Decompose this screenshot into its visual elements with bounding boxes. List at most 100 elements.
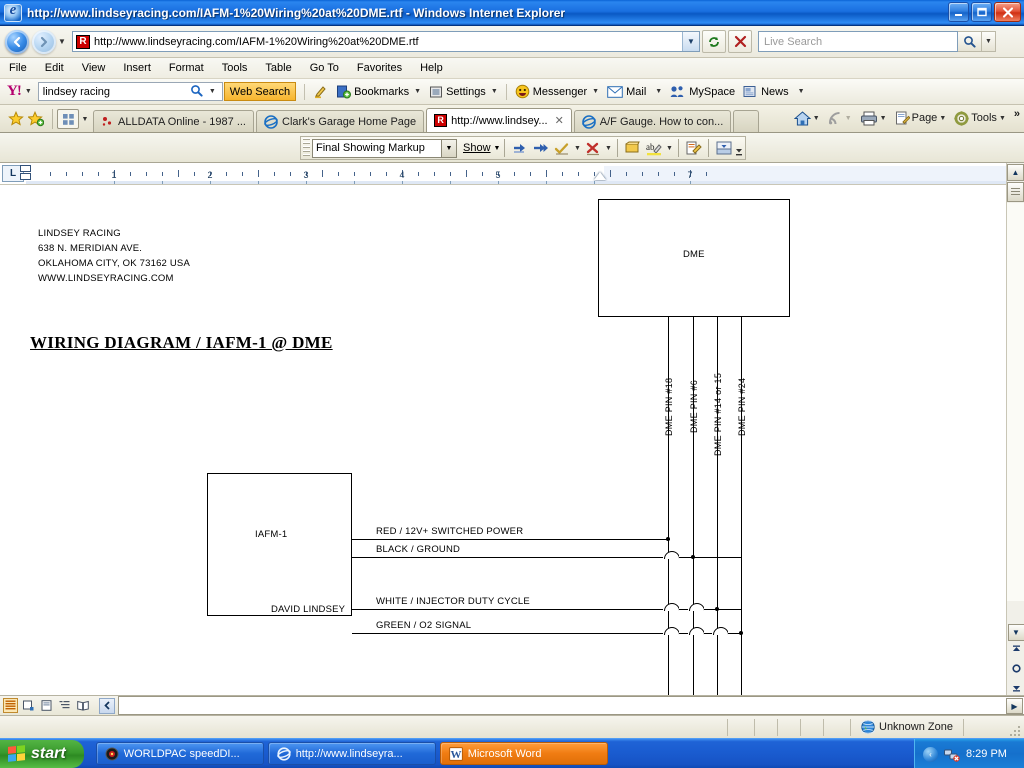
myspace-button[interactable]: MySpace xyxy=(670,85,735,98)
print-caret-icon[interactable]: ▼ xyxy=(880,115,887,122)
search-go-button[interactable] xyxy=(958,31,982,52)
taskbar-item-lindseyracing[interactable]: http://www.lindseyra... xyxy=(267,742,436,765)
scroll-thumb[interactable] xyxy=(1007,182,1024,202)
quick-tabs-button[interactable] xyxy=(57,109,79,129)
clock[interactable]: 8:29 PM xyxy=(966,748,1007,760)
messenger-caret-icon[interactable]: ▼ xyxy=(592,88,599,95)
hscroll-right-button[interactable]: ▶ xyxy=(1006,698,1023,714)
menu-item-insert[interactable]: Insert xyxy=(114,60,160,76)
stop-button[interactable] xyxy=(728,30,752,53)
accept-change-caret-icon[interactable]: ▼ xyxy=(572,138,582,159)
feeds-button[interactable]: ▼ xyxy=(824,107,856,129)
menu-item-format[interactable]: Format xyxy=(160,60,213,76)
scroll-track[interactable] xyxy=(1007,203,1024,601)
tab-close-icon[interactable]: ✕ xyxy=(555,114,564,127)
search-input[interactable]: Live Search xyxy=(758,31,958,52)
news-button[interactable]: News ▼ xyxy=(743,85,805,98)
settings-caret-icon[interactable]: ▼ xyxy=(491,88,498,95)
track-changes-icon[interactable] xyxy=(683,138,704,159)
yahoo-search-input[interactable]: lindsey racing ▼ xyxy=(37,82,223,101)
toolbar-grip-handle[interactable] xyxy=(303,138,310,158)
start-button[interactable]: start xyxy=(0,739,84,768)
previous-page-button[interactable] xyxy=(1008,642,1024,659)
web-search-button[interactable]: Web Search xyxy=(223,82,297,101)
horizontal-scrollbar[interactable]: ▶ xyxy=(118,696,1024,715)
yahoo-logo-icon[interactable]: Y! xyxy=(7,83,22,100)
network-status-icon[interactable] xyxy=(944,747,960,762)
close-button[interactable] xyxy=(994,2,1021,22)
show-menu-button[interactable]: Show ▼ xyxy=(463,142,500,154)
taskbar-item-worldpac[interactable]: WORLDPAC speedDI... xyxy=(95,742,264,765)
reject-change-icon[interactable] xyxy=(582,138,603,159)
favorites-center-icon[interactable] xyxy=(6,109,26,129)
toolbar-options-button[interactable] xyxy=(734,136,743,160)
new-comment-icon[interactable] xyxy=(622,138,643,159)
normal-view-button[interactable] xyxy=(3,698,18,713)
print-layout-view-button[interactable] xyxy=(39,698,54,713)
taskbar-item-word[interactable]: W Microsoft Word xyxy=(439,742,608,765)
hanging-indent-marker[interactable] xyxy=(20,173,31,180)
recent-pages-dropdown[interactable]: ▼ xyxy=(56,31,68,53)
address-input[interactable]: http://www.lindseyracing.com/IAFM-1%20Wi… xyxy=(72,31,700,52)
previous-change-icon[interactable] xyxy=(509,138,530,159)
tab-lindseyracing[interactable]: R http://www.lindsey... ✕ xyxy=(426,108,572,132)
mail-caret-icon[interactable]: ▼ xyxy=(655,88,662,95)
page-button[interactable]: Page ▼ xyxy=(891,107,951,129)
hscroll-left-button[interactable] xyxy=(99,697,115,714)
reject-change-caret-icon[interactable]: ▼ xyxy=(603,138,613,159)
refresh-button[interactable] xyxy=(702,30,726,53)
display-for-review-select[interactable]: Final Showing Markup ▼ xyxy=(312,138,457,158)
chevron-down-icon[interactable]: ▼ xyxy=(441,139,456,157)
page-caret-icon[interactable]: ▼ xyxy=(939,115,946,122)
yahoo-search-dropdown-icon[interactable]: ▼ xyxy=(209,88,216,95)
messenger-button[interactable]: Messenger ▼ xyxy=(515,84,599,99)
home-button[interactable]: ▼ xyxy=(790,107,824,129)
tab-alldata[interactable]: ALLDATA Online - 1987 ... xyxy=(93,110,254,132)
add-to-favorites-icon[interactable] xyxy=(26,109,46,129)
search-provider-dropdown[interactable]: ▼ xyxy=(982,31,996,52)
right-indent-marker[interactable] xyxy=(594,172,606,180)
address-dropdown-icon[interactable]: ▼ xyxy=(682,32,699,51)
select-browse-object-button[interactable] xyxy=(1008,660,1024,677)
mail-button[interactable]: Mail ▼ xyxy=(607,86,662,98)
document-canvas[interactable]: LINDSEY RACING 638 N. MERIDIAN AVE. OKLA… xyxy=(0,185,1006,695)
settings-button[interactable]: Settings ▼ xyxy=(429,85,498,99)
home-caret-icon[interactable]: ▼ xyxy=(813,115,820,122)
menu-item-edit[interactable]: Edit xyxy=(36,60,73,76)
first-line-indent-marker[interactable] xyxy=(20,165,31,172)
reading-layout-view-button[interactable] xyxy=(75,698,90,713)
highlight-icon[interactable]: ab xyxy=(643,138,664,159)
maximize-button[interactable] xyxy=(971,2,992,22)
show-hidden-icons-button[interactable]: ‹ xyxy=(923,746,938,762)
magnifier-icon[interactable] xyxy=(190,84,203,100)
new-tab-button[interactable] xyxy=(733,110,760,132)
print-button[interactable]: ▼ xyxy=(856,107,891,129)
security-zone-indicator[interactable]: Unknown Zone xyxy=(851,720,963,734)
forward-button[interactable] xyxy=(32,29,56,54)
reviewing-pane-icon[interactable] xyxy=(713,138,734,159)
bookmarks-button[interactable]: Bookmarks ▼ xyxy=(336,84,421,99)
menu-item-goto[interactable]: Go To xyxy=(301,60,348,76)
highlight-caret-icon[interactable]: ▼ xyxy=(664,138,674,159)
minimize-button[interactable] xyxy=(948,2,969,22)
outline-view-button[interactable] xyxy=(57,698,72,713)
tab-clarks-garage[interactable]: Clark's Garage Home Page xyxy=(256,110,425,132)
menu-item-file[interactable]: File xyxy=(0,60,36,76)
next-page-button[interactable] xyxy=(1008,678,1024,695)
accept-change-icon[interactable] xyxy=(551,138,572,159)
scroll-up-button[interactable]: ▲ xyxy=(1007,164,1024,181)
toolbar-overflow-button[interactable]: » xyxy=(1010,107,1024,129)
menu-item-view[interactable]: View xyxy=(73,60,115,76)
menu-item-favorites[interactable]: Favorites xyxy=(348,60,411,76)
highlighter-button[interactable] xyxy=(313,84,328,99)
tools-button[interactable]: Tools ▼ xyxy=(950,107,1010,129)
news-caret-icon[interactable]: ▼ xyxy=(798,88,805,95)
resize-grip[interactable] xyxy=(1010,724,1022,736)
menu-item-table[interactable]: Table xyxy=(256,60,300,76)
tools-caret-icon[interactable]: ▼ xyxy=(999,115,1006,122)
menu-item-tools[interactable]: Tools xyxy=(213,60,257,76)
scroll-down-button[interactable]: ▼ xyxy=(1007,624,1024,641)
web-layout-view-button[interactable] xyxy=(21,698,36,713)
bookmarks-caret-icon[interactable]: ▼ xyxy=(414,88,421,95)
vertical-scrollbar[interactable]: ▲ ▼ xyxy=(1006,163,1024,695)
